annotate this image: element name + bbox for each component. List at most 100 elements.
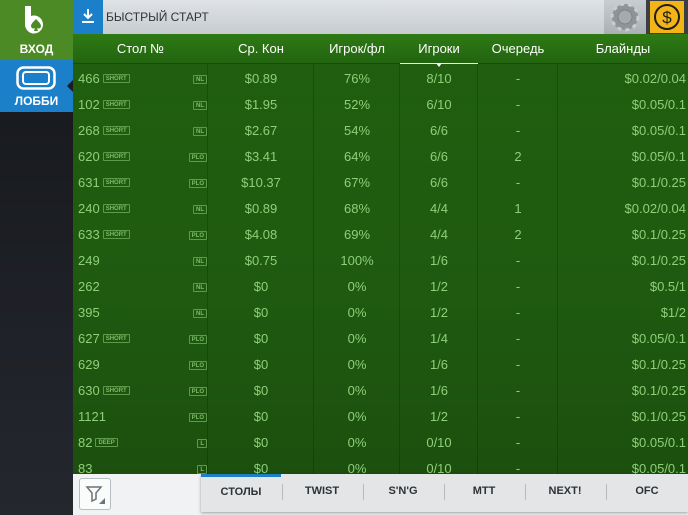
tables-list: Стол № Ср. Кон Игрок/фл Игроки Очередь Б… (73, 34, 688, 474)
players-count-cell: 4/4 (429, 201, 449, 216)
table-type-badge: SHORT (102, 178, 130, 188)
table-number: 631 (78, 175, 100, 190)
queue-count-cell: - (515, 175, 521, 190)
blinds-cell: $0.1/0.25 (631, 409, 686, 424)
players-flop-cell: 0% (347, 461, 367, 474)
table-type-badge: SHORT (102, 386, 130, 396)
filter-button[interactable] (79, 478, 111, 510)
table-row[interactable]: 466 SHORT NL $0.89 76% 8/10 - $0.02/0.04 (73, 66, 688, 92)
col-header-queue[interactable]: Очередь (478, 34, 558, 64)
table-number: 627 (78, 331, 100, 346)
download-icon (82, 9, 94, 23)
table-row[interactable]: 1121 PLO $0 0% 1/2 - $0.1/0.25 (73, 404, 688, 430)
bwin-b-logo-icon (25, 6, 43, 34)
dollar-coin-icon: $ (650, 1, 684, 33)
blinds-cell: $0.1/0.25 (631, 383, 686, 398)
table-header: Стол № Ср. Кон Игрок/фл Игроки Очередь Б… (73, 34, 688, 67)
table-type-badge: SHORT (102, 230, 130, 240)
left-sidebar: ВХОД ЛОББИ (0, 0, 73, 515)
blinds-cell: $0.1/0.25 (631, 227, 686, 242)
top-bar: БЫСТРЫЙ СТАРТ $ (73, 0, 688, 34)
table-row[interactable]: 262 NL $0 0% 1/2 - $0.5/1 (73, 274, 688, 300)
table-type-badge: SHORT (102, 334, 130, 344)
table-number-cell: 631 SHORT PLO (73, 170, 208, 196)
queue-count-cell: - (515, 71, 521, 86)
table-number-cell: 627 SHORT PLO (73, 326, 208, 352)
players-flop-cell: 0% (347, 383, 367, 398)
blinds-cell: $0.1/0.25 (631, 253, 686, 268)
table-row[interactable]: 82 DEEP L $0 0% 0/10 - $0.05/0.1 (73, 430, 688, 456)
queue-count-cell: 2 (514, 227, 522, 242)
tab-ofc[interactable]: OFC (606, 474, 688, 512)
tab-tables[interactable]: СТОЛЫ (201, 474, 281, 512)
blinds-cell: $0.05/0.1 (631, 461, 686, 474)
col-header-players[interactable]: Игроки (400, 34, 478, 67)
table-row[interactable]: 630 SHORT PLO $0 0% 1/6 - $0.1/0.25 (73, 378, 688, 404)
avg-pot-cell: $0 (253, 461, 269, 474)
blinds-cell: $0.02/0.04 (624, 71, 686, 86)
table-type-badge: SHORT (102, 100, 130, 110)
cash-button[interactable]: $ (646, 0, 688, 34)
table-number-cell: 83 L (73, 456, 208, 474)
tab-mtt[interactable]: MTT (444, 474, 524, 512)
blinds-cell: $0.5/1 (649, 279, 686, 294)
queue-count-cell: - (515, 97, 521, 112)
col-header-table[interactable]: Стол № (73, 34, 208, 64)
avg-pot-cell: $0 (253, 383, 269, 398)
table-row[interactable]: 629 PLO $0 0% 1/6 - $0.1/0.25 (73, 352, 688, 378)
table-row[interactable]: 102 SHORT NL $1.95 52% 6/10 - $0.05/0.1 (73, 92, 688, 118)
tab-twist[interactable]: TWIST (282, 474, 362, 512)
tab-next[interactable]: NEXT! (525, 474, 605, 512)
game-type-badge: L (197, 465, 207, 474)
game-type-tabs: СТОЛЫ TWIST S'N'G MTT NEXT! OFC (201, 474, 688, 512)
download-button[interactable] (73, 0, 103, 34)
table-number: 633 (78, 227, 100, 242)
poker-chip-button[interactable] (604, 0, 646, 34)
avg-pot-cell: $0 (253, 357, 269, 372)
table-number: 262 (78, 279, 100, 294)
players-flop-cell: 0% (347, 435, 367, 450)
players-flop-cell: 64% (343, 149, 371, 164)
players-flop-cell: 52% (343, 97, 371, 112)
queue-count-cell: - (515, 331, 521, 346)
game-type-badge: NL (193, 75, 207, 84)
tab-sng[interactable]: S'N'G (363, 474, 443, 512)
game-type-badge: PLO (188, 335, 207, 344)
table-number-cell: 249 NL (73, 248, 208, 274)
quick-start-link[interactable]: БЫСТРЫЙ СТАРТ (106, 10, 209, 24)
table-row[interactable]: 395 NL $0 0% 1/2 - $1/2 (73, 300, 688, 326)
table-number: 240 (78, 201, 100, 216)
col-header-players-label: Игроки (418, 41, 460, 56)
table-row[interactable]: 240 SHORT NL $0.89 68% 4/4 1 $0.02/0.04 (73, 196, 688, 222)
avg-pot-cell: $0 (253, 409, 269, 424)
table-row[interactable]: 633 SHORT PLO $4.08 69% 4/4 2 $0.1/0.25 (73, 222, 688, 248)
col-header-avg-pot[interactable]: Ср. Кон (208, 34, 314, 64)
lobby-label: ЛОББИ (14, 94, 59, 108)
lobby-button[interactable]: ЛОББИ (0, 60, 73, 112)
blinds-cell: $0.1/0.25 (631, 357, 686, 372)
avg-pot-cell: $0.75 (244, 253, 278, 268)
players-count-cell: 1/6 (429, 253, 449, 268)
avg-pot-cell: $0 (253, 331, 269, 346)
players-count-cell: 1/6 (429, 357, 449, 372)
queue-count-cell: - (515, 253, 521, 268)
table-type-badge: SHORT (102, 126, 130, 136)
login-button[interactable]: ВХОД (0, 0, 73, 60)
table-number: 83 (78, 461, 93, 474)
table-row[interactable]: 249 NL $0.75 100% 1/6 - $0.1/0.25 (73, 248, 688, 274)
table-row[interactable]: 620 SHORT PLO $3.41 64% 6/6 2 $0.05/0.1 (73, 144, 688, 170)
table-row[interactable]: 631 SHORT PLO $10.37 67% 6/6 - $0.1/0.25 (73, 170, 688, 196)
table-number-cell: 262 NL (73, 274, 208, 300)
col-header-players-flop[interactable]: Игрок/фл (314, 34, 400, 64)
avg-pot-cell: $10.37 (241, 175, 281, 190)
table-row[interactable]: 83 L $0 0% 0/10 - $0.05/0.1 (73, 456, 688, 474)
game-type-badge: L (197, 439, 207, 448)
players-flop-cell: 0% (347, 409, 367, 424)
col-header-blinds[interactable]: Блайнды (558, 34, 688, 64)
players-count-cell: 1/6 (429, 383, 449, 398)
game-type-badge: NL (193, 205, 207, 214)
players-count-cell: 1/2 (429, 409, 449, 424)
table-row[interactable]: 268 SHORT NL $2.67 54% 6/6 - $0.05/0.1 (73, 118, 688, 144)
table-row[interactable]: 627 SHORT PLO $0 0% 1/4 - $0.05/0.1 (73, 326, 688, 352)
players-flop-cell: 100% (340, 253, 374, 268)
